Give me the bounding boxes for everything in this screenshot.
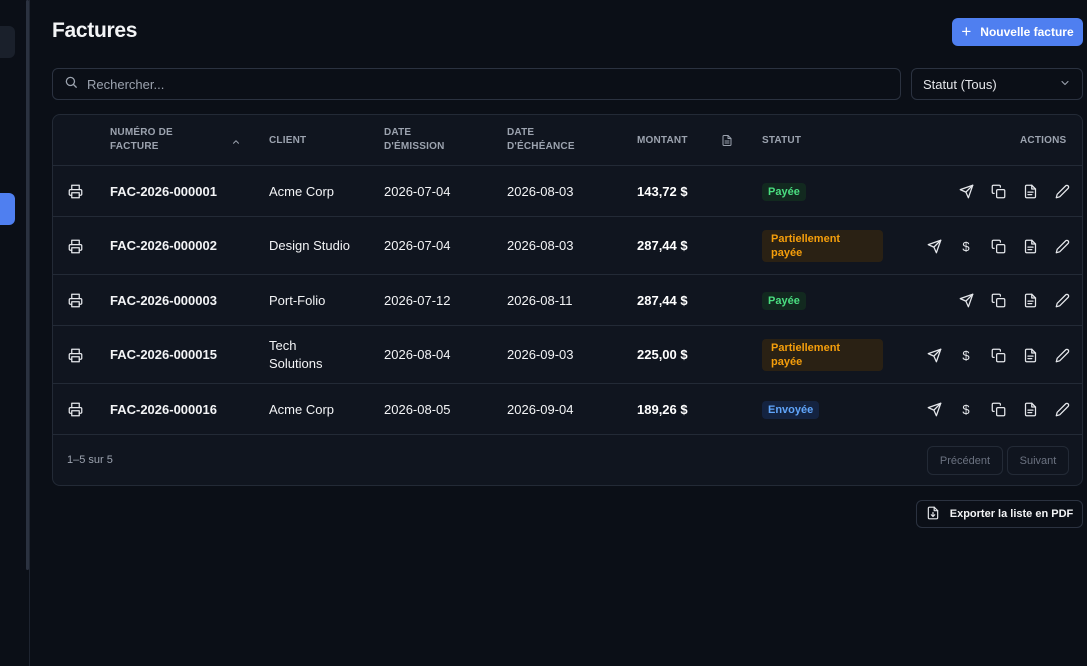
header-status: STATUT (762, 135, 802, 146)
due-date: 2026-08-03 (507, 183, 574, 199)
search-input[interactable] (87, 76, 867, 92)
client-name: Tech Solutions (269, 338, 323, 371)
new-invoice-button[interactable]: + Nouvelle facture (952, 18, 1083, 46)
sidebar-item-active[interactable] (0, 193, 15, 225)
table-row[interactable]: FAC-2026-000015 Tech Solutions 2026-08-04 2… (53, 326, 1082, 384)
document-icon (721, 134, 733, 152)
plus-icon: + (961, 22, 972, 41)
previous-button[interactable]: Précédent (927, 446, 1003, 475)
status-badge: Payée (762, 182, 806, 201)
copy-icon[interactable] (990, 238, 1006, 254)
amount: 287,44 $ (637, 238, 688, 253)
send-icon[interactable] (926, 347, 942, 363)
page-title: Factures (52, 19, 138, 42)
printer-icon[interactable] (67, 293, 83, 309)
header-client: CLIENT (269, 135, 307, 146)
next-button[interactable]: Suivant (1007, 446, 1069, 475)
sort-up-icon[interactable] (231, 134, 241, 152)
send-icon[interactable] (958, 293, 974, 309)
dollar-icon[interactable]: $ (958, 347, 974, 363)
issue-date: 2026-08-04 (384, 347, 451, 362)
chevron-down-icon (1059, 77, 1071, 92)
amount: 225,00 $ (637, 347, 688, 362)
printer-icon[interactable] (67, 184, 83, 200)
copy-icon[interactable] (990, 293, 1006, 309)
copy-icon[interactable] (990, 347, 1006, 363)
table-header: NUMÉRO DE FACTURE CLIENT DATE D'ÉMISSION… (53, 115, 1082, 166)
invoice-number: FAC-2026-000015 (110, 347, 217, 362)
copy-icon[interactable] (990, 184, 1006, 200)
send-icon[interactable] (958, 184, 974, 200)
table-row[interactable]: FAC-2026-000002 Design Studio 2026-07-04 20… (53, 217, 1082, 275)
pencil-icon[interactable] (1054, 238, 1070, 254)
invoice-number: FAC-2026-000002 (110, 238, 217, 253)
header-due-date: DATE D'ÉCHÉANCE (507, 127, 575, 152)
printer-icon[interactable] (67, 347, 83, 363)
pencil-icon[interactable] (1054, 402, 1070, 418)
dollar-icon[interactable]: $ (958, 402, 974, 418)
table-row[interactable]: FAC-2026-000001 Acme Corp 2026-07-04 2026-0… (53, 166, 1082, 217)
status-filter-select[interactable]: Statut (Tous) (911, 68, 1083, 100)
header-amount: MONTANT (637, 135, 688, 146)
status-filter-value: Statut (Tous) (923, 76, 997, 92)
send-icon[interactable] (926, 402, 942, 418)
client-name: Port-Folio (269, 292, 326, 308)
export-pdf-label: Exporter la liste en PDF (949, 508, 1074, 520)
client-name: Acme Corp (269, 183, 335, 199)
export-pdf-button[interactable]: Exporter la liste en PDF (916, 500, 1083, 528)
file-icon[interactable] (1022, 238, 1038, 254)
printer-icon[interactable] (67, 238, 83, 254)
send-icon[interactable] (926, 238, 942, 254)
issue-date: 2026-07-04 (384, 238, 451, 253)
pagination-summary: 1–5 sur 5 (67, 454, 113, 466)
file-icon[interactable] (1022, 347, 1038, 363)
client-name: Acme Corp (269, 401, 335, 417)
search-icon (64, 75, 78, 94)
table-row[interactable]: FAC-2026-000003 Port-Folio 2026-07-12 2026-… (53, 275, 1082, 326)
status-badge: Partiellement payée (762, 230, 883, 262)
issue-date: 2026-07-12 (384, 292, 451, 308)
issue-date: 2026-08-05 (384, 401, 451, 417)
pencil-icon[interactable] (1054, 184, 1070, 200)
invoice-number: FAC-2026-000001 (110, 183, 217, 199)
printer-icon[interactable] (67, 402, 83, 418)
issue-date: 2026-07-04 (384, 183, 451, 199)
sidebar-item-top[interactable] (0, 26, 15, 58)
invoice-number: FAC-2026-000003 (110, 292, 217, 308)
due-date: 2026-09-04 (507, 401, 574, 417)
due-date: 2026-09-03 (507, 347, 574, 362)
header-issue-date: DATE D'ÉMISSION (384, 127, 445, 152)
amount: 189,26 $ (637, 401, 688, 417)
header-actions: ACTIONS (1020, 135, 1067, 146)
invoices-table: NUMÉRO DE FACTURE CLIENT DATE D'ÉMISSION… (52, 114, 1083, 486)
amount: 143,72 $ (637, 183, 688, 199)
new-invoice-label: Nouvelle facture (980, 25, 1074, 39)
header-invoice-number[interactable]: NUMÉRO DE FACTURE (110, 126, 220, 154)
file-icon[interactable] (1022, 293, 1038, 309)
sidebar (0, 0, 30, 666)
status-badge: Envoyée (762, 400, 820, 419)
due-date: 2026-08-11 (507, 292, 573, 308)
dollar-icon[interactable]: $ (958, 238, 974, 254)
file-download-icon (926, 506, 940, 523)
copy-icon[interactable] (990, 402, 1006, 418)
file-icon[interactable] (1022, 402, 1038, 418)
file-icon[interactable] (1022, 184, 1038, 200)
table-row[interactable]: FAC-2026-000016 Acme Corp 2026-08-05 2026-0… (53, 384, 1082, 435)
sidebar-scrollbar[interactable] (26, 0, 29, 570)
status-badge: Payée (762, 291, 806, 310)
pencil-icon[interactable] (1054, 293, 1070, 309)
search-box[interactable] (52, 68, 901, 100)
pencil-icon[interactable] (1054, 347, 1070, 363)
client-name: Design Studio (269, 238, 350, 253)
status-badge: Partiellement payée (762, 339, 883, 371)
due-date: 2026-08-03 (507, 238, 574, 253)
invoice-number: FAC-2026-000016 (110, 401, 217, 417)
amount: 287,44 $ (637, 292, 688, 308)
